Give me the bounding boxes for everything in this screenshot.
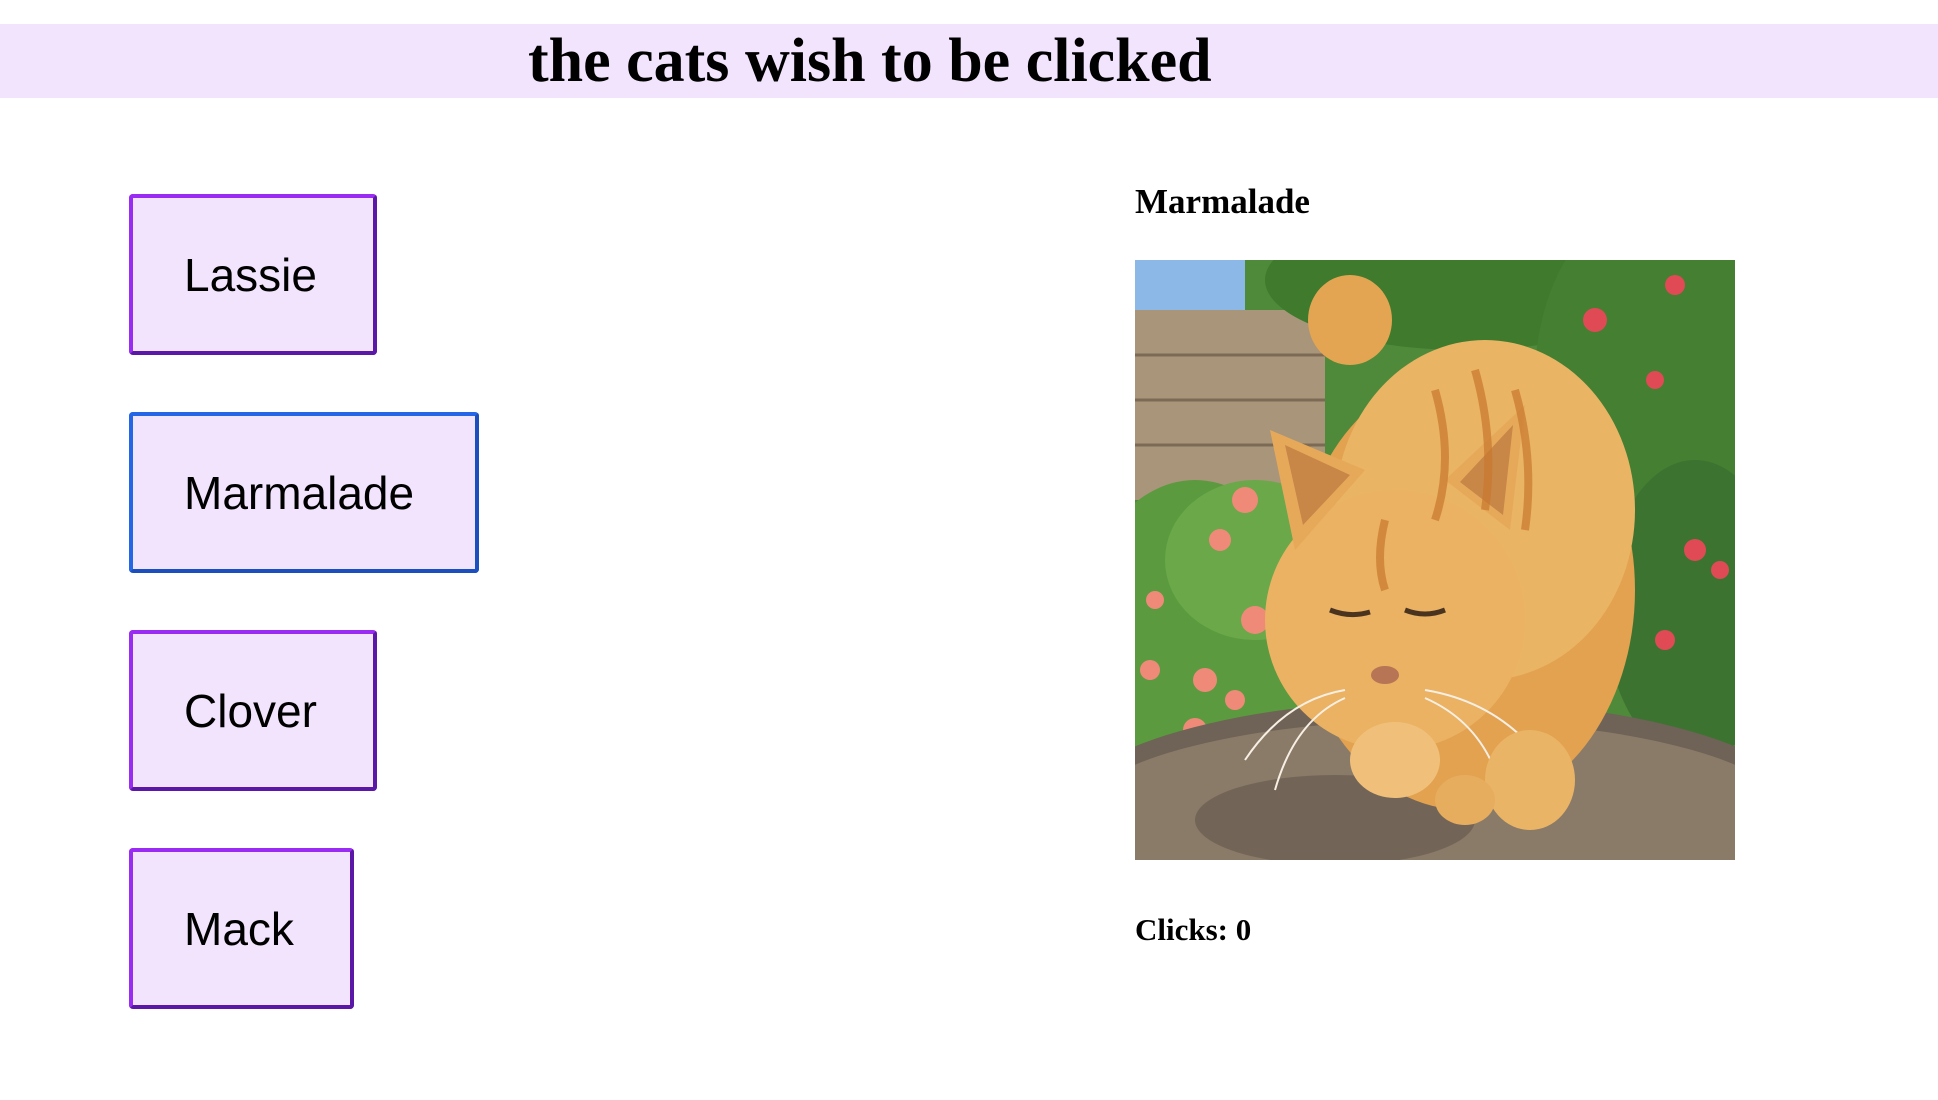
cat-button-mack[interactable]: Mack [129, 848, 354, 1009]
clicks-count: 0 [1235, 912, 1252, 947]
selected-cat-name: Marmalade [1135, 182, 1310, 221]
page-title: the cats wish to be clicked [528, 27, 1212, 95]
cat-button-marmalade[interactable]: Marmalade [129, 412, 479, 573]
header-banner: the cats wish to be clicked [0, 24, 1938, 98]
cat-image[interactable] [1135, 260, 1735, 860]
clicks-counter: Clicks: 0 [1135, 910, 1251, 950]
clicks-label: Clicks: [1135, 912, 1228, 947]
cat-button-clover[interactable]: Clover [129, 630, 377, 791]
cat-button-lassie[interactable]: Lassie [129, 194, 377, 355]
